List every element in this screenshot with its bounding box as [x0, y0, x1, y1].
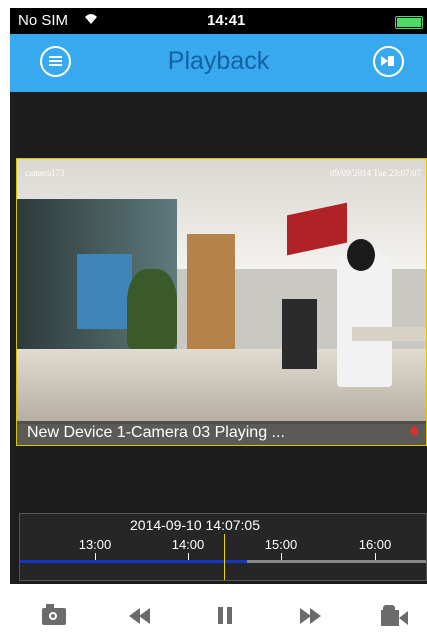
nav-bar: Playback [10, 34, 427, 92]
battery-icon [395, 16, 423, 29]
timeline-tick-label: 13:00 [78, 537, 112, 552]
timeline-current-time: 2014-09-10 14:07:05 [130, 517, 260, 533]
rewind-icon[interactable] [128, 602, 158, 628]
timeline-tick-label: 14:00 [171, 537, 205, 552]
camera-osd-label: camera173 [25, 168, 65, 178]
playback-mode-icon[interactable] [373, 46, 404, 77]
status-bar: No SIM 14:41 [10, 8, 427, 34]
status-time: 14:41 [207, 12, 246, 29]
playback-controls [0, 584, 427, 642]
timeline-tick-mark [375, 553, 376, 560]
timeline[interactable]: 2014-09-10 14:07:05 13:00 14:00 15:00 16… [19, 513, 427, 581]
fast-forward-icon[interactable] [299, 602, 329, 628]
timeline-tick-mark [95, 553, 96, 560]
timeline-tick-mark [188, 553, 189, 560]
speaker-icon[interactable] [409, 425, 418, 437]
timestamp-osd-label: 09/09/2014 Tue 23:07:07 [329, 168, 421, 178]
timeline-cursor[interactable] [224, 534, 225, 580]
page-title: Playback [167, 47, 270, 75]
video-caption-bar: New Device 1-Camera 03 Playing ... [17, 421, 426, 445]
video-record-icon[interactable] [381, 602, 411, 628]
pause-icon[interactable] [212, 602, 242, 628]
wifi-icon [83, 11, 99, 29]
video-view[interactable]: camera173 09/09/2014 Tue 23:07:07 New De… [16, 158, 427, 446]
timeline-progress-track [20, 560, 426, 563]
carrier-label: No SIM [18, 12, 69, 29]
camera-icon[interactable] [40, 602, 70, 628]
video-caption: New Device 1-Camera 03 Playing ... [27, 424, 285, 441]
timeline-tick-label: 15:00 [264, 537, 298, 552]
timeline-progress-fill [20, 560, 248, 563]
timeline-tick-label: 16:00 [358, 537, 392, 552]
timeline-tick-mark [281, 553, 282, 560]
